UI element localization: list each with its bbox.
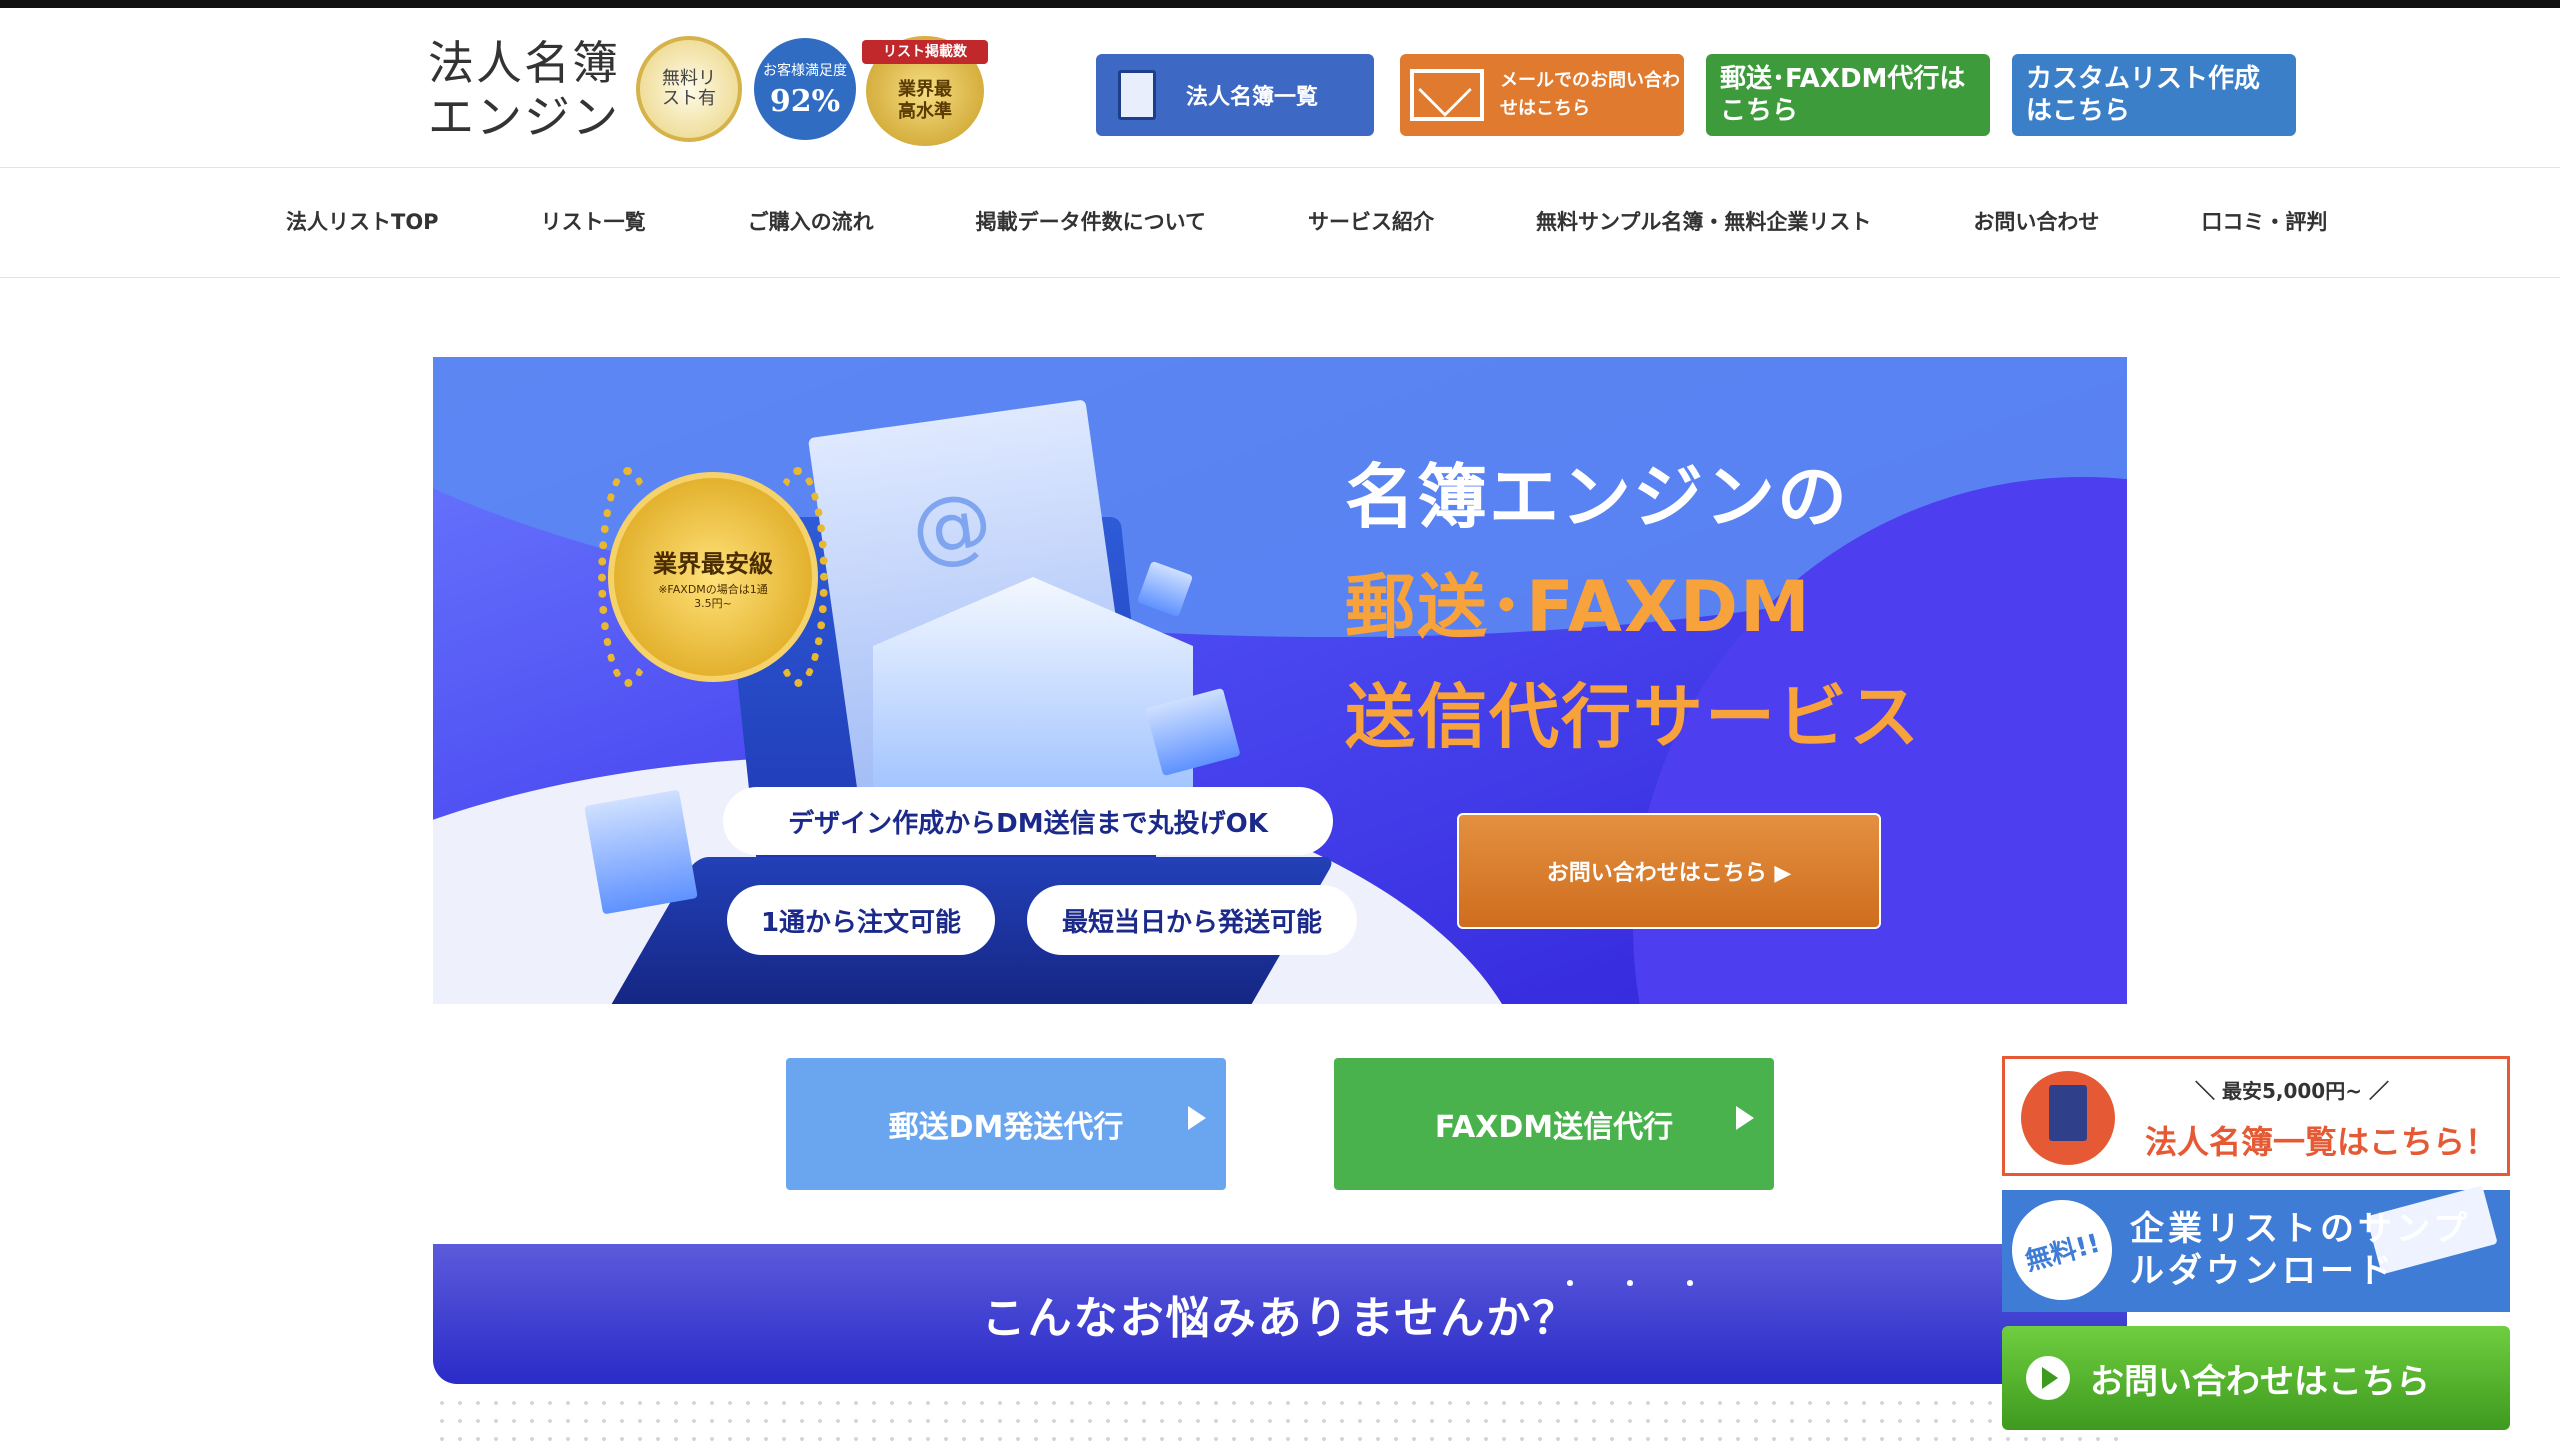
list-button[interactable]: 法人名簿一覧 (1096, 54, 1374, 136)
nav-item-flow[interactable]: ご購入の流れ (748, 206, 874, 236)
nav-item-top[interactable]: 法人リストTOP (286, 206, 439, 236)
satisfaction-badge: お客様満足度 92% (754, 38, 856, 140)
hero-banner: @ 業界最安級 ※FAXDMの場合は1通3.5円~ デザイン作成からDM送信まで… (433, 357, 2127, 1004)
mail-icon (1410, 69, 1484, 121)
arrow-right-icon (1736, 1106, 1754, 1130)
custom-list-button[interactable]: カスタムリスト作成はこちら (2012, 54, 2296, 136)
fax-dm-button[interactable]: 郵送･FAXDM代行はこちら (1706, 54, 1990, 136)
sidebar-sample-download-banner[interactable]: 無料!! 企業リストのサンプルダウンロード (2000, 1185, 2510, 1312)
site-header: 法人名簿 エンジン 無料リスト有 お客様満足度 92% リスト掲載数 業界最高水… (0, 8, 2560, 168)
worry-section-heading: ・・・ こんなお悩みありませんか？ (433, 1244, 2127, 1384)
main-nav: 法人リストTOP リスト一覧 ご購入の流れ 掲載データ件数について サービス紹介… (0, 168, 2560, 278)
nav-item-contact[interactable]: お問い合わせ (1973, 206, 2099, 236)
free-badge: 無料!! (2000, 1188, 2124, 1312)
sidebar-contact-button[interactable]: お問い合わせはこちら (2002, 1326, 2510, 1430)
mail-inquiry-button[interactable]: メールでのお問い合わせはこちら (1400, 54, 1684, 136)
hero-title: 名簿エンジンの 郵送･FAXDM 送信代行サービス (1345, 456, 1921, 758)
document-list-icon (2021, 1071, 2115, 1165)
hero-contact-button[interactable]: お問い合わせはこちら ▶ (1457, 813, 1881, 929)
envelope-small-icon (584, 789, 698, 915)
site-logo[interactable]: 法人名簿 エンジン 無料リスト有 お客様満足度 92% リスト掲載数 業界最高水… (428, 36, 988, 148)
nav-item-list[interactable]: リスト一覧 (541, 206, 646, 236)
fax-dm-service-button[interactable]: FAXDM送信代行 (1334, 1058, 1774, 1190)
lowest-price-medal: 業界最安級 ※FAXDMの場合は1通3.5円~ (608, 472, 818, 682)
ranking-badge: リスト掲載数 業界最高水準 (862, 36, 988, 146)
logo-line1: 法人名簿 (428, 36, 620, 90)
dot-pattern (433, 1394, 2127, 1455)
feature-pill-design: デザイン作成からDM送信まで丸投げOK (723, 787, 1333, 855)
nav-item-data-count[interactable]: 掲載データ件数について (976, 206, 1206, 236)
nav-item-reviews[interactable]: 口コミ・評判 (2201, 206, 2327, 236)
feature-pill-same-day: 最短当日から発送可能 (1027, 885, 1357, 955)
free-list-badge: 無料リスト有 (636, 36, 742, 142)
logo-line2: エンジン (428, 90, 620, 144)
book-icon (1118, 70, 1156, 120)
play-icon (2026, 1356, 2070, 1400)
nav-item-services[interactable]: サービス紹介 (1308, 206, 1434, 236)
sidebar-list-banner[interactable]: ＼ 最安5,000円~ ／ 法人名簿一覧はこちら！ (2002, 1056, 2510, 1176)
postal-dm-service-button[interactable]: 郵送DM発送代行 (786, 1058, 1226, 1190)
feature-pill-min-order: 1通から注文可能 (727, 885, 995, 955)
nav-item-free-sample[interactable]: 無料サンプル名簿・無料企業リスト (1536, 206, 1871, 236)
top-bar (0, 0, 2560, 8)
arrow-right-icon (1188, 1106, 1206, 1130)
